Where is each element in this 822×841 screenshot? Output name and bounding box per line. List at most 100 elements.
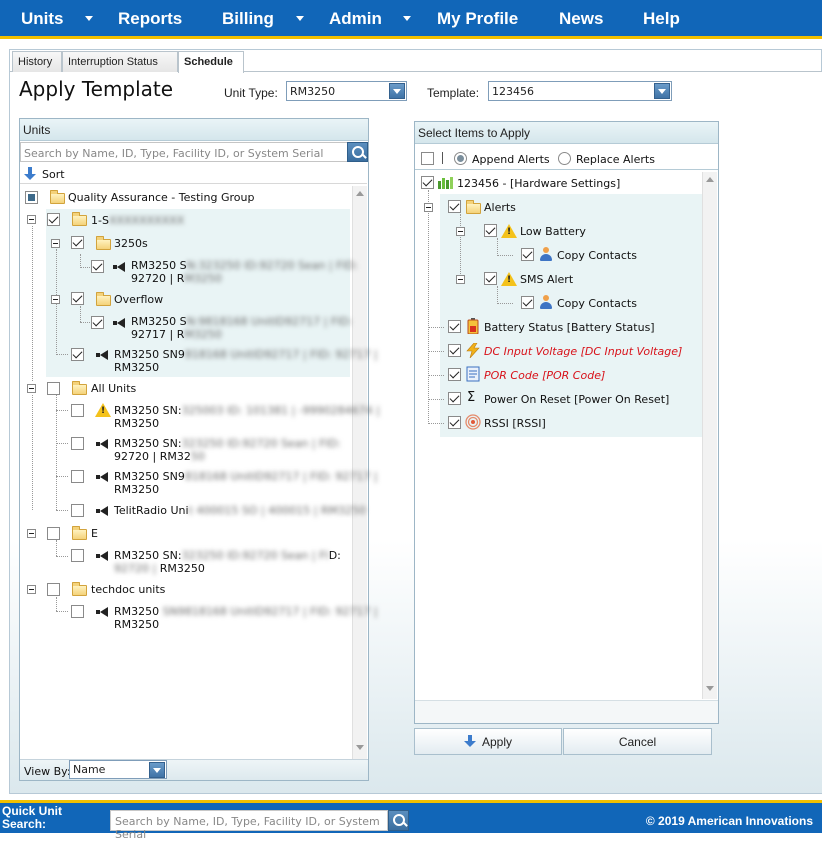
power-on-reset-label[interactable]: Power On Reset [Power On Reset] — [484, 393, 669, 406]
unit-label[interactable]: RM3250 SN9818168 UnitID92717 | FID: 9271… — [114, 348, 378, 361]
nav-admin-chevron-down-icon[interactable] — [403, 16, 411, 21]
append-alerts-radio[interactable] — [454, 152, 467, 165]
unit-label-line2[interactable]: 92720 | RM3250 — [114, 562, 205, 575]
nav-billing[interactable]: Billing — [222, 9, 274, 29]
unit-label-line2[interactable]: RM3250 — [114, 618, 159, 631]
dc-input-label[interactable]: DC Input Voltage [DC Input Voltage] — [484, 345, 682, 358]
unit-label[interactable]: RM3250 SN:323250 ID:92720 Sean | FID: — [131, 259, 358, 272]
copy-contacts-checkbox[interactable] — [521, 248, 534, 261]
sort-row[interactable]: Sort — [20, 164, 367, 184]
view-by-select[interactable]: Name — [69, 760, 167, 779]
unit-label[interactable]: RM3250 SN:323250 ID:92720 Sean | FID: — [114, 549, 341, 562]
unit-label[interactable]: RM3250 SN9818168 UnitID92717 | FID: 9271… — [114, 605, 378, 618]
template-root-label[interactable]: 123456 - [Hardware Settings] — [457, 177, 620, 190]
low-battery-checkbox[interactable] — [484, 224, 497, 237]
replace-alerts-label[interactable]: Replace Alerts — [576, 153, 655, 166]
copy-contacts-label[interactable]: Copy Contacts — [557, 297, 637, 310]
sms-alert-checkbox[interactable] — [484, 272, 497, 285]
techdoc-label[interactable]: techdoc units — [91, 583, 165, 596]
tree-root-label[interactable]: Quality Assurance - Testing Group — [68, 191, 254, 204]
collapse-icon[interactable] — [27, 585, 36, 594]
units-search-input[interactable]: Search by Name, ID, Type, Facility ID, o… — [20, 142, 348, 162]
sms-alert-label[interactable]: SMS Alert — [520, 273, 573, 286]
tab-schedule[interactable]: Schedule — [178, 51, 244, 73]
group-e-checkbox[interactable] — [47, 527, 60, 540]
low-battery-label[interactable]: Low Battery — [520, 225, 586, 238]
alerts-label[interactable]: Alerts — [484, 201, 516, 214]
nav-units[interactable]: Units — [21, 9, 64, 29]
unit-label-line2[interactable]: RM3250 — [114, 483, 159, 496]
nav-news[interactable]: News — [559, 9, 603, 29]
apply-button[interactable]: Apply — [414, 728, 562, 755]
quick-search-icon[interactable] — [388, 810, 409, 831]
unit-label-line2[interactable]: 92720 | RM3250 — [131, 272, 222, 285]
scroll-down-icon[interactable] — [356, 745, 364, 750]
unit-label[interactable]: RM3250 SN9818168 UnitID92717 | FID: 9271… — [114, 470, 378, 483]
append-alerts-label[interactable]: Append Alerts — [472, 153, 550, 166]
all-units-checkbox[interactable] — [47, 382, 60, 395]
unit-label[interactable]: TelitRadio Unit 400015 SO | 400015 | RM3… — [114, 504, 366, 517]
nav-reports[interactable]: Reports — [118, 9, 182, 29]
unit-checkbox[interactable] — [71, 437, 84, 450]
battery-status-checkbox[interactable] — [448, 320, 461, 333]
unit-type-chevron-down-icon[interactable] — [389, 83, 405, 99]
copy-contacts-label[interactable]: Copy Contacts — [557, 249, 637, 262]
unit-label-line2[interactable]: RM3250 — [114, 361, 159, 374]
template-select[interactable]: 123456 — [488, 81, 672, 101]
collapse-icon[interactable] — [27, 384, 36, 393]
units-search-icon[interactable] — [347, 142, 368, 162]
group-e-label[interactable]: E — [91, 527, 98, 540]
group1-checkbox[interactable] — [47, 213, 60, 226]
por-code-label[interactable]: POR Code [POR Code] — [484, 369, 605, 382]
quick-search-input[interactable]: Search by Name, ID, Type, Facility ID, o… — [110, 810, 388, 841]
collapse-icon[interactable] — [51, 295, 60, 304]
alerts-checkbox[interactable] — [448, 200, 461, 213]
cancel-button[interactable]: Cancel — [563, 728, 712, 755]
power-on-reset-checkbox[interactable] — [448, 392, 461, 405]
sub-overflow-label[interactable]: Overflow — [114, 293, 163, 306]
techdoc-checkbox[interactable] — [47, 583, 60, 596]
view-by-chevron-down-icon[interactable] — [149, 762, 165, 778]
template-chevron-down-icon[interactable] — [654, 83, 670, 99]
unit-checkbox[interactable] — [71, 404, 84, 417]
dc-input-checkbox[interactable] — [448, 344, 461, 357]
all-units-label[interactable]: All Units — [91, 382, 136, 395]
unit-label[interactable]: RM3250 SN:323250 ID:92720 Sean | FID: — [114, 437, 341, 450]
sub-overflow-checkbox[interactable] — [71, 292, 84, 305]
por-code-checkbox[interactable] — [448, 368, 461, 381]
collapse-icon[interactable] — [456, 227, 465, 236]
copy-contacts-checkbox[interactable] — [521, 296, 534, 309]
select-all-checkbox[interactable] — [421, 152, 434, 165]
unit-checkbox[interactable] — [71, 504, 84, 517]
unit-type-select[interactable]: RM3250 — [286, 81, 407, 101]
nav-admin[interactable]: Admin — [329, 9, 382, 29]
sub-3250s-label[interactable]: 3250s — [114, 237, 148, 250]
unit-checkbox[interactable] — [71, 549, 84, 562]
unit-checkbox[interactable] — [91, 316, 104, 329]
unit-label-line2[interactable]: 92717 | RM3250 — [131, 328, 222, 341]
sort-arrow-icon[interactable] — [24, 167, 36, 181]
replace-alerts-radio[interactable] — [558, 152, 571, 165]
unit-label[interactable]: RM3250 SN:325003 ID: 101381 | -999028467… — [114, 404, 380, 417]
scroll-up-icon[interactable] — [356, 191, 364, 196]
collapse-icon[interactable] — [51, 239, 60, 248]
root-checkbox[interactable] — [25, 191, 38, 204]
unit-checkbox[interactable] — [71, 470, 84, 483]
rssi-label[interactable]: RSSI [RSSI] — [484, 417, 546, 430]
items-scrollbar[interactable] — [702, 172, 717, 699]
unit-label[interactable]: RM3250 SN:9818168 UnitID92717 | FID: — [131, 315, 353, 328]
unit-label-line2[interactable]: RM3250 — [114, 417, 159, 430]
unit-checkbox[interactable] — [71, 348, 84, 361]
nav-my-profile[interactable]: My Profile — [437, 9, 518, 29]
tab-history[interactable]: History — [12, 51, 62, 72]
nav-help[interactable]: Help — [643, 9, 680, 29]
sub-3250s-checkbox[interactable] — [71, 236, 84, 249]
collapse-icon[interactable] — [27, 215, 36, 224]
collapse-icon[interactable] — [27, 529, 36, 538]
battery-status-label[interactable]: Battery Status [Battery Status] — [484, 321, 655, 334]
scroll-up-icon[interactable] — [706, 177, 714, 182]
template-root-checkbox[interactable] — [421, 176, 434, 189]
group1-label[interactable]: 1-SXXXXXXXXXX — [91, 214, 184, 227]
collapse-icon[interactable] — [456, 275, 465, 284]
sort-label[interactable]: Sort — [42, 168, 65, 181]
